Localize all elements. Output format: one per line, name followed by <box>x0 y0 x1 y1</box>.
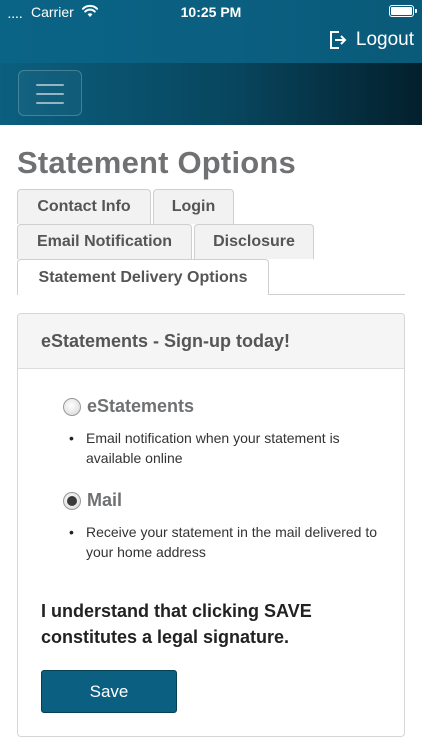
tab-contact-info[interactable]: Contact Info <box>17 189 151 224</box>
tab-email-notification[interactable]: Email Notification <box>17 224 192 259</box>
legal-signature-notice: I understand that clicking SAVE constitu… <box>41 601 312 647</box>
status-bar: .... Carrier 10:25 PM <box>0 0 422 24</box>
logout-label: Logout <box>355 29 414 50</box>
option-mail-description: Receive your statement in the mail deliv… <box>86 524 378 560</box>
list-item: • Email notification when your statement… <box>69 428 389 468</box>
hamburger-menu-button[interactable] <box>18 70 82 116</box>
hamburger-icon <box>36 102 64 104</box>
estatements-card: eStatements - Sign-up today! eStatements… <box>17 313 405 737</box>
page-title: Statement Options <box>17 145 296 180</box>
tab-login[interactable]: Login <box>153 189 234 224</box>
option-estatements[interactable]: eStatements <box>63 396 194 417</box>
tab-statement-delivery-options[interactable]: Statement Delivery Options <box>17 259 269 295</box>
logout-icon <box>329 31 347 49</box>
save-button[interactable]: Save <box>41 670 177 713</box>
status-time: 10:25 PM <box>180 4 242 20</box>
radio-estatements[interactable] <box>63 397 81 416</box>
card-title: eStatements - Sign-up today! <box>41 331 291 351</box>
hamburger-icon <box>36 84 64 86</box>
option-mail[interactable]: Mail <box>63 490 122 511</box>
list-item: • Receive your statement in the mail del… <box>69 522 389 562</box>
hamburger-icon <box>36 93 64 95</box>
option-mail-label: Mail <box>87 490 123 510</box>
logout-button[interactable]: Logout <box>328 28 414 52</box>
bullet-icon: • <box>69 430 74 446</box>
battery-icon <box>389 5 417 17</box>
option-estatements-label: eStatements <box>87 396 195 416</box>
option-estatements-description: Email notification when your statement i… <box>86 430 340 466</box>
top-header: .... Carrier 10:25 PM Logout <box>0 0 422 63</box>
app-screen: .... Carrier 10:25 PM Logout Statement O <box>0 0 422 750</box>
radio-mail[interactable] <box>63 491 81 510</box>
tab-divider <box>268 294 405 295</box>
card-header: eStatements - Sign-up today! <box>18 314 404 369</box>
bullet-icon: • <box>69 524 74 540</box>
tab-disclosure[interactable]: Disclosure <box>194 224 314 259</box>
